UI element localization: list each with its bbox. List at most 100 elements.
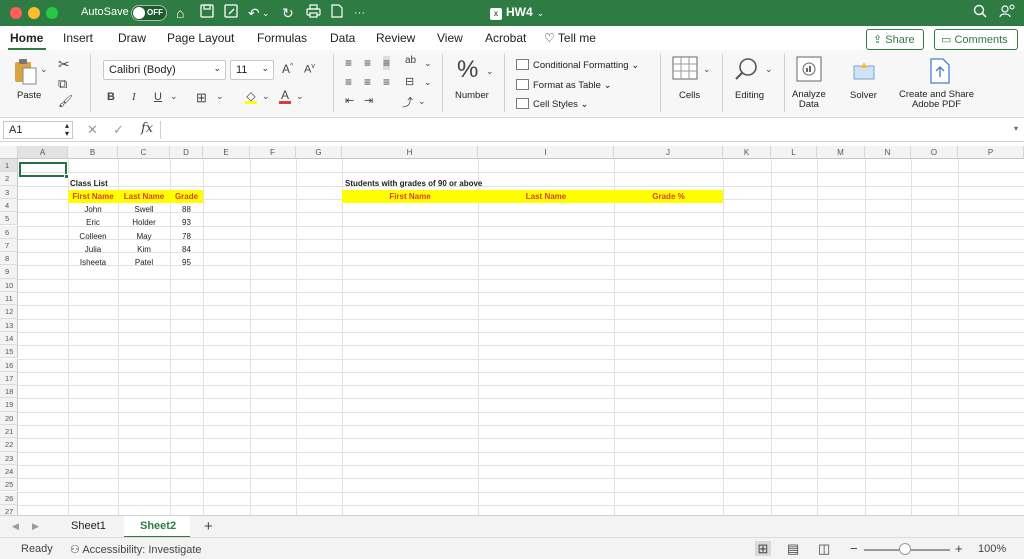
new-document-icon[interactable]: [331, 4, 343, 22]
row-header[interactable]: 12: [0, 305, 18, 319]
underline-icon[interactable]: U: [154, 91, 162, 103]
row-header[interactable]: 24: [0, 464, 18, 479]
save-icon[interactable]: [200, 4, 214, 22]
normal-view-icon[interactable]: ⊞: [755, 541, 771, 556]
decrease-indent-icon[interactable]: ⇤: [345, 94, 354, 107]
row-header[interactable]: 16: [0, 358, 18, 372]
first-name-cell[interactable]: John: [68, 203, 118, 216]
chevron-down-icon[interactable]: ⌄: [424, 77, 432, 88]
chevron-down-icon[interactable]: ⌄: [170, 91, 178, 102]
tab-draw[interactable]: Draw: [118, 31, 146, 45]
column-header-o[interactable]: O: [911, 146, 958, 159]
students-header-grade-pct[interactable]: Grade %: [614, 190, 723, 203]
save-as-icon[interactable]: [224, 4, 238, 22]
row-header[interactable]: 22: [0, 438, 18, 452]
column-header-b[interactable]: B: [68, 146, 118, 159]
font-name-select[interactable]: Calibri (Body) ⌄: [103, 60, 226, 80]
chevron-down-icon[interactable]: ⌄: [703, 64, 711, 75]
tab-review[interactable]: Review: [376, 31, 415, 45]
row-header[interactable]: 5: [0, 212, 18, 226]
name-box[interactable]: A1 ▴ ▾: [3, 121, 73, 139]
students-header-first-name[interactable]: First Name: [342, 190, 478, 203]
search-icon[interactable]: [973, 4, 987, 22]
row-header[interactable]: 4: [0, 198, 18, 213]
adobe-pdf-label[interactable]: Create and Share Adobe PDF: [899, 90, 974, 110]
account-icon[interactable]: [999, 4, 1015, 22]
align-middle-icon[interactable]: ≡: [364, 56, 371, 70]
row-header[interactable]: 17: [0, 371, 18, 386]
column-header-a[interactable]: A: [18, 146, 68, 159]
last-name-cell[interactable]: Kim: [118, 243, 170, 256]
conditional-formatting-button[interactable]: Conditional Formatting ⌄: [516, 59, 639, 71]
analyze-data-icon[interactable]: [796, 56, 822, 87]
font-color-icon[interactable]: A: [279, 88, 291, 104]
row-header[interactable]: 14: [0, 331, 18, 346]
cell-styles-button[interactable]: Cell Styles ⌄: [516, 98, 588, 110]
zoom-in-icon[interactable]: +: [955, 541, 963, 556]
maximize-window-button[interactable]: [46, 7, 58, 19]
share-button[interactable]: ⇪ Share: [866, 29, 924, 50]
undo-icon[interactable]: ↶: [248, 4, 260, 22]
chevron-down-icon[interactable]: ⌄: [40, 64, 48, 75]
accessibility-button[interactable]: ⚇ Accessibility: Investigate: [70, 543, 202, 556]
align-center-icon[interactable]: ≡: [364, 75, 371, 89]
tell-me-search[interactable]: ♡ Tell me: [544, 31, 596, 45]
paste-icon[interactable]: [12, 58, 38, 91]
tab-acrobat[interactable]: Acrobat: [485, 31, 526, 45]
first-name-cell[interactable]: Colleen: [68, 230, 118, 243]
grade-cell[interactable]: 88: [170, 203, 203, 216]
chevron-down-icon[interactable]: ⌄: [262, 4, 270, 22]
add-sheet-icon[interactable]: +: [204, 518, 213, 535]
italic-icon[interactable]: I: [132, 91, 136, 103]
tab-insert[interactable]: Insert: [63, 31, 93, 45]
fill-handle[interactable]: [64, 174, 69, 179]
orientation-icon[interactable]: ⤴: [402, 94, 413, 110]
analyze-data-label[interactable]: Analyze Data: [792, 90, 826, 110]
row-header[interactable]: 19: [0, 398, 18, 412]
column-header-m[interactable]: M: [817, 146, 865, 159]
row-header[interactable]: 15: [0, 345, 18, 359]
column-header-h[interactable]: H: [342, 146, 478, 159]
column-header-g[interactable]: G: [296, 146, 342, 159]
first-name-cell[interactable]: Isheeta: [68, 256, 118, 269]
solver-icon[interactable]: [851, 60, 877, 87]
expand-formula-bar-icon[interactable]: ▾: [1014, 124, 1018, 133]
grade-cell[interactable]: 95: [170, 256, 203, 269]
row-header[interactable]: 6: [0, 225, 18, 239]
selected-cell-a1[interactable]: [19, 162, 67, 177]
grade-cell[interactable]: 78: [170, 230, 203, 243]
class-list-title[interactable]: Class List: [70, 177, 108, 190]
sheet-tab-sheet1[interactable]: Sheet1: [71, 520, 106, 532]
row-header[interactable]: 8: [0, 252, 18, 266]
grade-cell[interactable]: 93: [170, 216, 203, 229]
row-header[interactable]: 11: [0, 292, 18, 306]
align-left-icon[interactable]: ≡: [345, 75, 352, 89]
autosave-toggle[interactable]: OFF: [131, 5, 167, 21]
copy-icon[interactable]: ⧉: [58, 76, 67, 92]
increase-indent-icon[interactable]: ⇥: [364, 94, 373, 107]
last-name-cell[interactable]: Swell: [118, 203, 170, 216]
header-grade[interactable]: Grade: [170, 190, 203, 203]
last-name-cell[interactable]: Patel: [118, 256, 170, 269]
column-header-d[interactable]: D: [170, 146, 203, 159]
zoom-out-icon[interactable]: −: [850, 541, 858, 556]
chevron-down-icon[interactable]: ⌄: [216, 91, 224, 102]
column-header-k[interactable]: K: [723, 146, 771, 159]
solver-label[interactable]: Solver: [850, 90, 877, 101]
next-sheet-icon[interactable]: ▶: [32, 521, 39, 532]
page-layout-view-icon[interactable]: ▤: [787, 541, 799, 557]
bold-icon[interactable]: B: [107, 91, 115, 103]
print-icon[interactable]: [306, 4, 321, 22]
prev-sheet-icon[interactable]: ◀: [12, 521, 19, 532]
row-header[interactable]: 21: [0, 425, 18, 439]
row-header[interactable]: 10: [0, 278, 18, 292]
row-header[interactable]: 3: [0, 185, 18, 199]
align-bottom-icon[interactable]: ≡: [383, 56, 391, 70]
students-90-title[interactable]: Students with grades of 90 or above: [345, 177, 482, 190]
column-header-j[interactable]: J: [614, 146, 723, 159]
students-header-last-name[interactable]: Last Name: [478, 190, 614, 203]
row-header[interactable]: 9: [0, 265, 18, 279]
row-header[interactable]: 25: [0, 478, 18, 492]
adobe-pdf-icon[interactable]: [928, 58, 952, 89]
percent-icon[interactable]: %: [457, 56, 478, 84]
